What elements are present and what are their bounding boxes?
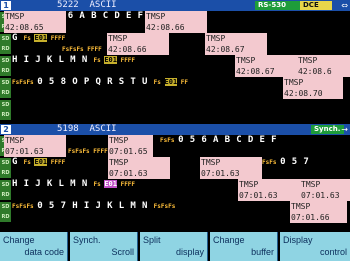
- timestamp-cell: TMSP 42:08.6: [297, 55, 350, 77]
- sd-label: SD: [0, 34, 11, 44]
- panel1-title: 5222 ASCII: [57, 0, 117, 10]
- rd-label: RD: [0, 66, 11, 76]
- change-data-code-button[interactable]: Change data code: [0, 232, 68, 261]
- dce-badge: DCE: [300, 1, 332, 10]
- sd-line: G Fs E01 FFFF: [12, 33, 66, 43]
- timestamp-cell: TMSP 42:08.66: [107, 33, 169, 55]
- panel2-row: SD RD FsFsFs 0 5 7 H I J K L M N FsFsFs …: [0, 201, 350, 223]
- timestamp-cell: TMSP 07:01.63: [108, 157, 170, 179]
- panel2-header: 2 5198 ASCII Synch. →: [0, 124, 350, 135]
- sd-label: SD: [0, 100, 11, 110]
- panel1-header: 1 5222 ASCII RS-530 DCE ⇔: [0, 0, 350, 11]
- sd-label: SD: [0, 158, 11, 168]
- analyzer-screen: 1 5222 ASCII RS-530 DCE ⇔ SD RD Fs Fs Fs…: [0, 0, 350, 261]
- panel1-row: SD RD Fs Fs Fs 0 5 6 A B C D E F TMSP42:…: [0, 11, 350, 33]
- panel2-number[interactable]: 2: [1, 125, 11, 134]
- display-control-button[interactable]: Display control: [280, 232, 350, 261]
- rd-label: RD: [0, 212, 11, 222]
- rd-label: RD: [0, 44, 11, 54]
- timestamp-cell: TMSP 42:08.67: [235, 55, 297, 77]
- interface-badge: RS-530: [255, 1, 301, 10]
- sd-label: SD: [0, 202, 11, 212]
- panel2-row: SD RD G Fs E01 FFFF FsFs 0 5 7 TMSP 07:01…: [0, 157, 350, 179]
- timestamp-cell: TMSP 07:01.63: [238, 179, 300, 201]
- rd-label: RD: [0, 168, 11, 178]
- direction-icon: ⇔: [341, 1, 348, 10]
- timestamp-cell: TMSP 07:01.63: [4, 135, 66, 157]
- rd-line: FsFsFs FFFF: [68, 148, 108, 155]
- scroll-arrow-icon: →: [341, 125, 348, 134]
- panel2-row: SD RD FsFs 0 5 6 A B C D E F FsFsFs FFFF…: [0, 135, 350, 157]
- sd-line: FsFsFs 0 5 8 O P Q R S T U Fs E01 FF: [12, 77, 189, 87]
- timestamp-cell: TMSP 07:01.63: [200, 157, 262, 179]
- sd-line: FsFsFs 0 5 7 H I J K L M N FsFsFs: [12, 201, 176, 211]
- sync-badge: Synch.: [311, 125, 344, 134]
- panel1-row: SD RD G Fs E01 FFFF FsFsFs FFFF TMSP 42:0…: [0, 33, 350, 55]
- panel1-row: SD RD H I J K L M N Fs E01 FFFF TMSP 42:0…: [0, 55, 350, 77]
- synch-scroll-button[interactable]: Synch. Scroll: [70, 232, 138, 261]
- change-buffer-button[interactable]: Change buffer: [210, 232, 278, 261]
- rd-line: FsFsFs FFFF: [62, 46, 102, 53]
- sd-label: SD: [0, 180, 11, 190]
- rd-label: RD: [0, 190, 11, 200]
- panel1-row: SD RD FsFsFs 0 5 8 O P Q R S T U Fs E01 …: [0, 77, 350, 99]
- timestamp-cell: TMSP 07:01.65: [108, 135, 153, 157]
- sd-line: G Fs E01 FFFF: [12, 157, 66, 167]
- timestamp-cell: TMSP 42:08.66: [145, 11, 207, 33]
- sd-label: SD: [0, 78, 11, 88]
- sd-line: H I J K L M N Fs E01 FFFF: [12, 55, 136, 65]
- rd-label: RD: [0, 88, 11, 98]
- panel1-number[interactable]: 1: [1, 1, 11, 10]
- timestamp-cell: TMSP 07:01.63: [300, 179, 350, 201]
- sd-line: FsFs 0 5 6 A B C D E F: [160, 135, 277, 145]
- sd-label: SD: [0, 56, 11, 66]
- rd-label: RD: [0, 110, 11, 120]
- panel2-title: 5198 ASCII: [57, 124, 117, 134]
- timestamp-cell: TMSP 42:08.67: [205, 33, 267, 55]
- timestamp-cell: TMSP 07:01.66: [290, 201, 347, 223]
- sd-line-tail: FsFs 0 5 7: [262, 157, 310, 167]
- sd-line: H I J K L M N Fs E01 FFFF: [12, 179, 136, 189]
- panel2-row: SD RD H I J K L M N Fs E01 FFFF TMSP 07:0…: [0, 179, 350, 201]
- timestamp-cell: TMSP 42:08.70: [283, 77, 343, 99]
- panel1-row: SD RD: [0, 99, 350, 124]
- split-display-button[interactable]: Split display: [140, 232, 208, 261]
- timestamp-cell: TMSP 42:08.65: [4, 11, 66, 33]
